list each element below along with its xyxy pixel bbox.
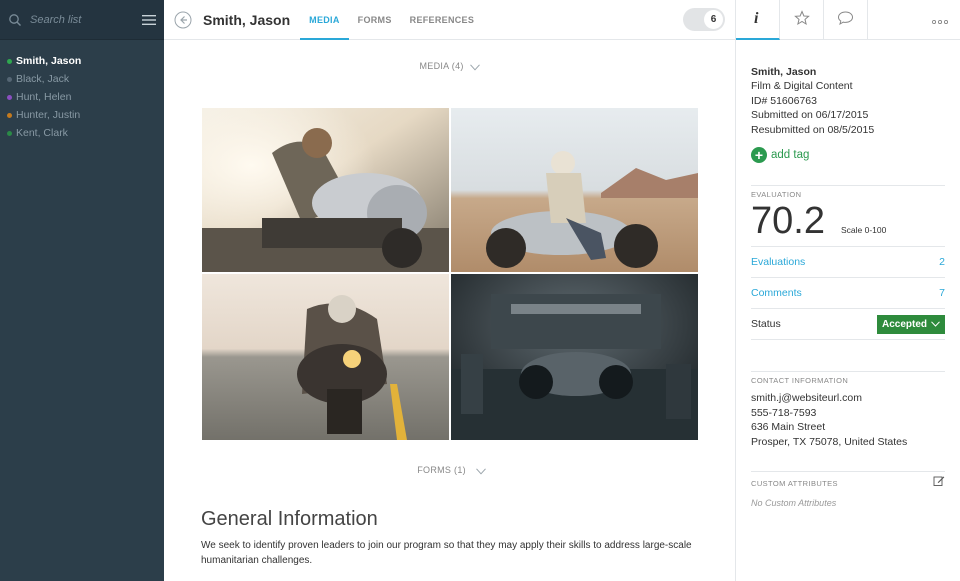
chevron-down-icon: [469, 63, 480, 71]
applicant-name: Smith, Jason: [751, 66, 817, 78]
section-heading: General Information: [201, 508, 378, 530]
evaluation-label: EVALUATION: [751, 190, 802, 199]
edit-icon[interactable]: [933, 474, 945, 492]
media-thumbnail[interactable]: [202, 274, 449, 440]
menu-icon[interactable]: [142, 14, 156, 26]
comment-icon: [837, 10, 854, 31]
forms-toggle-label: FORMS (1): [413, 465, 470, 475]
status-dot: [7, 76, 12, 82]
back-arrow-icon[interactable]: [174, 11, 192, 29]
main-content: MEDIA (4) FORMS (1) General Information …: [164, 41, 735, 581]
section-description: We seek to identify proven leaders to jo…: [201, 540, 692, 566]
tab-info[interactable]: i: [736, 0, 780, 40]
list-item-label: Kent, Clark: [16, 127, 68, 139]
svg-text:i: i: [754, 10, 759, 25]
list-item-label: Hunter, Justin: [16, 109, 81, 121]
evaluations-link[interactable]: Evaluations 2: [751, 247, 945, 278]
detail-body: Smith, Jason Film & Digital Content ID# …: [736, 40, 960, 508]
contact-address-line2: Prosper, TX 75078, United States: [751, 435, 908, 448]
custom-attributes-empty: No Custom Attributes: [751, 498, 837, 508]
toggle-count: 6: [704, 10, 723, 29]
evaluations-label: Evaluations: [751, 256, 806, 268]
submitted-date: Submitted on 06/17/2015: [751, 109, 869, 121]
evaluations-count: 2: [939, 256, 945, 268]
page-title: Smith, Jason: [203, 11, 291, 28]
forms-section-toggle[interactable]: FORMS (1): [164, 465, 735, 475]
status-dot: [7, 58, 12, 64]
info-icon: i: [752, 9, 764, 30]
search-icon: [8, 13, 22, 27]
tab-forms[interactable]: FORMS: [349, 0, 401, 40]
media-thumbnail[interactable]: [202, 108, 449, 272]
sidebar: Search list Smith, Jason Black, Jack Hun…: [0, 0, 164, 581]
media-grid: [202, 108, 698, 440]
detail-tabs: i: [736, 0, 960, 40]
resubmitted-date: Resubmitted on 08/5/2015: [751, 123, 875, 136]
comments-count: 7: [939, 287, 945, 299]
tab-favorites[interactable]: [780, 0, 824, 40]
more-dots-icon: [931, 11, 949, 29]
evaluation-score: 70.2: [751, 200, 825, 242]
search-input[interactable]: Search list: [30, 14, 142, 26]
status-dot: [7, 112, 12, 118]
list-item-label: Smith, Jason: [16, 55, 82, 67]
contact-address-line1: 636 Main Street: [751, 421, 826, 433]
contact-email: smith.j@websiteurl.com: [751, 392, 863, 404]
custom-attributes-header: CUSTOM ATTRIBUTES: [751, 474, 945, 492]
divider: [751, 371, 945, 372]
more-options-button[interactable]: [920, 0, 960, 39]
tab-comments[interactable]: [824, 0, 868, 40]
star-icon: [793, 9, 810, 31]
list-item[interactable]: Black, Jack: [0, 70, 164, 88]
tab-references[interactable]: REFERENCES: [401, 0, 484, 40]
list-item-label: Black, Jack: [16, 73, 70, 85]
detail-panel: i Smith, Jason Film & Digital Content ID…: [735, 0, 960, 581]
add-tag-label: add tag: [771, 149, 810, 161]
add-tag-button[interactable]: + add tag: [751, 147, 945, 163]
media-thumbnail[interactable]: [451, 274, 698, 440]
chevron-down-icon: [475, 467, 486, 475]
comments-link[interactable]: Comments 7: [751, 278, 945, 309]
contact-label: CONTACT INFORMATION: [751, 376, 849, 385]
media-thumbnail[interactable]: [451, 108, 698, 272]
list-item[interactable]: Smith, Jason: [0, 52, 164, 70]
custom-attributes-label: CUSTOM ATTRIBUTES: [751, 478, 838, 488]
media-toggle-label: MEDIA (4): [419, 61, 464, 71]
score-row: 70.2 Scale 0-100: [751, 200, 945, 243]
contact-phone: 555-718-7593: [751, 406, 817, 419]
list-item[interactable]: Hunter, Justin: [0, 106, 164, 124]
applicant-list: Smith, Jason Black, Jack Hunt, Helen Hun…: [0, 40, 164, 142]
status-dot: [7, 94, 12, 100]
divider: [751, 471, 945, 472]
list-item[interactable]: Hunt, Helen: [0, 88, 164, 106]
status-row: Status Accepted: [751, 309, 945, 340]
status-dot: [7, 130, 12, 136]
count-toggle[interactable]: 6: [683, 8, 725, 31]
chevron-down-icon: [931, 321, 940, 327]
list-item-label: Hunt, Helen: [16, 91, 72, 103]
contact-info: smith.j@websiteurl.com 555-718-7593 636 …: [751, 391, 945, 449]
divider: [751, 185, 945, 186]
applicant-category: Film & Digital Content: [751, 80, 853, 92]
sidebar-search[interactable]: Search list: [0, 0, 164, 40]
score-scale: Scale 0-100: [840, 225, 887, 235]
status-label: Status: [751, 318, 781, 330]
status-value: Accepted: [881, 318, 927, 330]
plus-icon: +: [751, 147, 767, 163]
list-item[interactable]: Kent, Clark: [0, 124, 164, 142]
media-section-toggle[interactable]: MEDIA (4): [164, 61, 735, 71]
tab-media[interactable]: MEDIA: [300, 0, 349, 40]
status-dropdown[interactable]: Accepted: [876, 314, 945, 334]
header: Smith, Jason MEDIA FORMS REFERENCES 6: [164, 0, 735, 40]
applicant-id: ID# 51606763: [751, 94, 817, 107]
comments-label: Comments: [751, 287, 802, 299]
